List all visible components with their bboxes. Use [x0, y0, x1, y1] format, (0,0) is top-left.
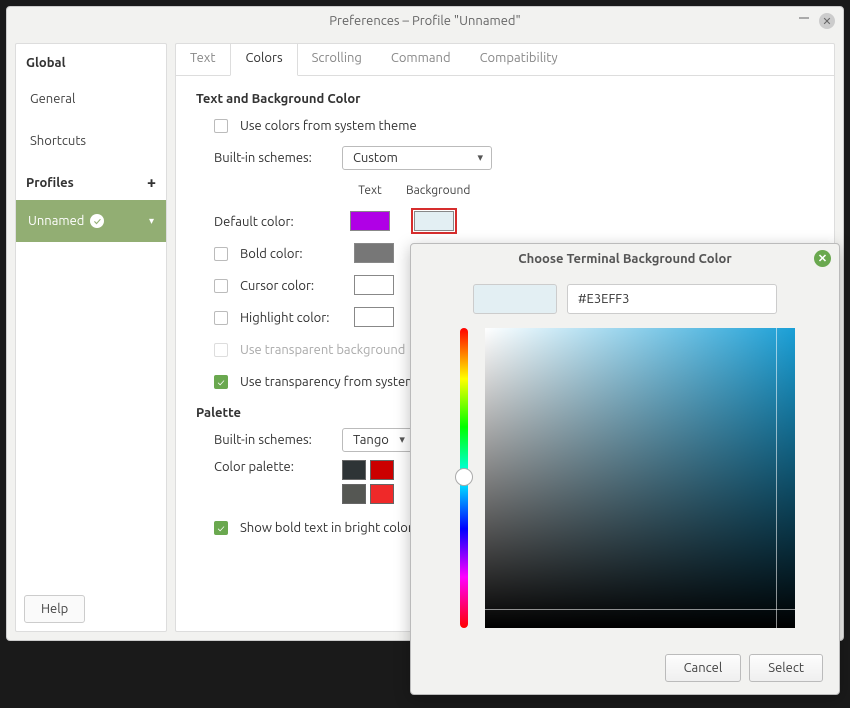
- default-bg-swatch[interactable]: [414, 211, 454, 231]
- palette-grid: [342, 460, 394, 508]
- highlight-color-label: Highlight color:: [240, 311, 338, 325]
- hue-thumb[interactable]: [455, 468, 473, 486]
- dialog-footer: Cancel Select: [411, 642, 839, 694]
- default-text-swatch[interactable]: [350, 211, 390, 231]
- window-title: Preferences – Profile "Unnamed": [329, 14, 521, 28]
- select-button[interactable]: Select: [749, 654, 823, 682]
- palette-swatch-a2[interactable]: [370, 460, 394, 480]
- cursor-color-checkbox[interactable]: [214, 279, 228, 293]
- sidebar-item-unnamed[interactable]: Unnamed ✓ ▾: [16, 200, 166, 242]
- color-palette-label: Color palette:: [214, 460, 334, 474]
- show-bold-bright-label: Show bold text in bright colors: [240, 521, 418, 535]
- cursor-color-label: Cursor color:: [240, 279, 338, 293]
- highlight-swatch[interactable]: [354, 307, 394, 327]
- saturation-value-field[interactable]: [485, 328, 795, 628]
- sidebar-global-header: Global: [16, 44, 166, 78]
- sv-crosshair-h: [485, 609, 795, 610]
- bg-column-header: Background: [406, 184, 462, 197]
- tab-text[interactable]: Text: [176, 44, 230, 75]
- default-color-label: Default color:: [214, 215, 334, 229]
- builtin-schemes-label: Built-in schemes:: [214, 151, 334, 165]
- color-picker-dialog: Choose Terminal Background Color ✕ Cance…: [410, 243, 840, 695]
- color-preview-swatch[interactable]: [473, 284, 557, 314]
- sidebar-item-shortcuts[interactable]: Shortcuts: [16, 120, 166, 162]
- dialog-title: Choose Terminal Background Color: [518, 252, 731, 266]
- builtin-schemes-select[interactable]: Custom: [342, 146, 492, 170]
- sidebar-profile-label: Unnamed: [28, 214, 84, 228]
- hue-slider[interactable]: [455, 328, 473, 628]
- minimize-icon[interactable]: [799, 17, 809, 19]
- dialog-body: [411, 274, 839, 642]
- sidebar-profiles-label: Profiles: [26, 176, 74, 190]
- tab-command[interactable]: Command: [377, 44, 466, 75]
- use-transparent-label: Use transparent background: [240, 343, 405, 357]
- tab-compatibility[interactable]: Compatibility: [466, 44, 573, 75]
- text-column-header: Text: [342, 184, 398, 197]
- chevron-down-icon[interactable]: ▾: [149, 215, 154, 227]
- window-titlebar: Preferences – Profile "Unnamed" ✕: [7, 7, 843, 35]
- sidebar-global-label: Global: [26, 56, 66, 70]
- sv-crosshair-v: [776, 328, 777, 628]
- use-transparent-checkbox: [214, 343, 228, 357]
- use-system-transparency-checkbox[interactable]: ✓: [214, 375, 228, 389]
- tab-bar: Text Colors Scrolling Command Compatibil…: [176, 44, 834, 76]
- section-text-bg: Text and Background Color: [196, 92, 814, 106]
- highlight-color-checkbox[interactable]: [214, 311, 228, 325]
- dialog-close-icon[interactable]: ✕: [814, 250, 831, 267]
- tab-scrolling[interactable]: Scrolling: [298, 44, 377, 75]
- palette-swatch-a1[interactable]: [342, 460, 366, 480]
- sidebar: Global General Shortcuts Profiles + Unna…: [15, 43, 167, 632]
- dialog-titlebar: Choose Terminal Background Color ✕: [411, 244, 839, 274]
- use-system-colors-checkbox[interactable]: [214, 119, 228, 133]
- palette-builtin-label: Built-in schemes:: [214, 433, 334, 447]
- bold-swatch[interactable]: [354, 243, 394, 263]
- tab-colors[interactable]: Colors: [230, 44, 297, 76]
- close-icon[interactable]: ✕: [819, 13, 835, 29]
- palette-swatch-b1[interactable]: [342, 484, 366, 504]
- sidebar-footer: Help: [16, 587, 166, 631]
- checkmark-icon: ✓: [90, 214, 104, 228]
- help-button[interactable]: Help: [24, 595, 85, 623]
- cursor-swatch[interactable]: [354, 275, 394, 295]
- cancel-button[interactable]: Cancel: [665, 654, 742, 682]
- show-bold-bright-checkbox[interactable]: ✓: [214, 521, 228, 535]
- sidebar-profiles-header: Profiles +: [16, 162, 166, 200]
- hex-input[interactable]: [567, 284, 777, 314]
- bold-color-checkbox[interactable]: [214, 247, 228, 261]
- sidebar-item-general[interactable]: General: [16, 78, 166, 120]
- palette-builtin-select[interactable]: Tango: [342, 428, 414, 452]
- use-system-colors-label: Use colors from system theme: [240, 119, 417, 133]
- add-profile-icon[interactable]: +: [147, 174, 156, 192]
- bold-color-label: Bold color:: [240, 247, 338, 261]
- palette-swatch-b2[interactable]: [370, 484, 394, 504]
